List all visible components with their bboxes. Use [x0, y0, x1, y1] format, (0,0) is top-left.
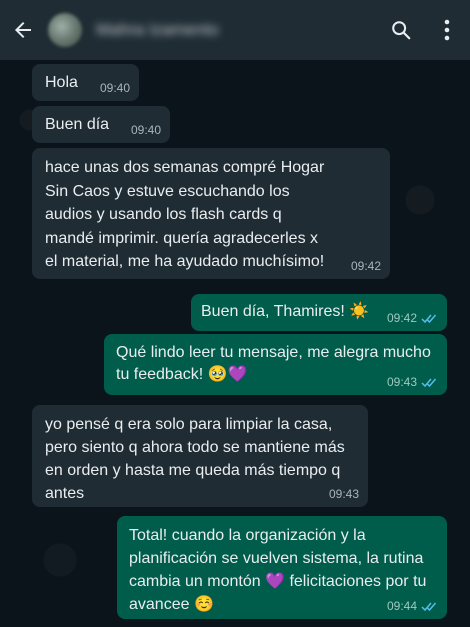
message-incoming[interactable]: Hola 09:40	[32, 64, 139, 101]
message-time: 09:42	[386, 311, 417, 325]
message-time: 09:40	[130, 123, 161, 137]
message-time: 09:43	[386, 375, 417, 389]
chat-screen: Mahra Izamento Hola 09:40 Buen día 09:40	[0, 0, 470, 627]
back-button[interactable]	[0, 0, 46, 60]
contact-name[interactable]: Mahra Izamento	[96, 20, 219, 40]
chat-header: Mahra Izamento	[0, 0, 470, 60]
message-incoming[interactable]: hace unas dos semanas compré Hogar Sin C…	[32, 148, 390, 279]
more-vertical-icon	[444, 19, 450, 41]
search-button[interactable]	[378, 0, 424, 60]
message-time: 09:44	[386, 599, 417, 613]
message-text: yo pensé q era solo para limpiar la casa…	[45, 416, 345, 502]
message-outgoing[interactable]: Total! cuando la organización y la plani…	[117, 516, 447, 619]
message-incoming[interactable]: Buen día 09:40	[32, 106, 170, 143]
message-text: hace unas dos semanas compré Hogar Sin C…	[45, 159, 325, 270]
double-check-icon	[421, 378, 437, 387]
message-time: 09:43	[328, 487, 359, 501]
arrow-left-icon	[15, 22, 31, 38]
message-incoming[interactable]: yo pensé q era solo para limpiar la casa…	[32, 405, 368, 507]
double-check-icon	[421, 314, 437, 323]
double-check-icon	[421, 602, 437, 611]
contact-avatar[interactable]	[48, 13, 82, 47]
menu-button[interactable]	[424, 0, 470, 60]
search-icon	[392, 21, 411, 40]
message-time: 09:42	[350, 259, 381, 273]
message-outgoing[interactable]: Qué lindo leer tu mensaje, me alegra muc…	[104, 334, 447, 395]
message-outgoing[interactable]: Buen día, Thamires! ☀️ 09:42	[191, 294, 447, 331]
message-time: 09:40	[99, 81, 130, 95]
